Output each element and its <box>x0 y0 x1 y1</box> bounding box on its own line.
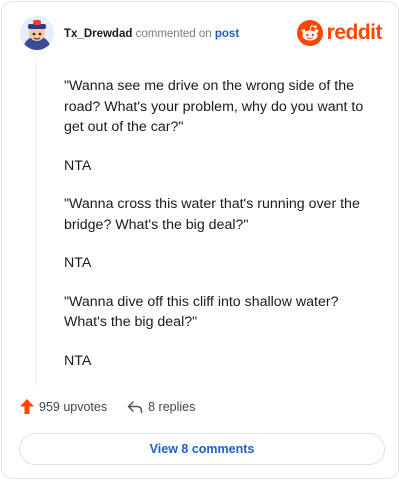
avatar[interactable] <box>20 16 54 50</box>
comment-card: Tx_Drewdad commented on post reddit "Wan… <box>1 1 399 479</box>
comment-paragraph: NTA <box>64 352 92 369</box>
post-link[interactable]: post <box>215 28 239 40</box>
replies-button[interactable]: 8 replies <box>127 400 195 414</box>
comment-meta: Tx_Drewdad commented on post <box>64 28 239 40</box>
view-comments-button[interactable]: View 8 comments <box>19 433 385 465</box>
username[interactable]: Tx_Drewdad <box>64 28 132 40</box>
reply-icon <box>127 400 143 413</box>
thread-line <box>36 58 37 386</box>
reddit-snoo-icon <box>296 20 323 46</box>
upvote-count: 959 upvotes <box>39 399 108 414</box>
comment-actions: 959 upvotes 8 replies <box>20 399 195 414</box>
avatar-image <box>20 16 54 50</box>
comment-paragraph: "Wanna see me drive on the wrong side of… <box>64 78 364 135</box>
comment-paragraph: NTA <box>64 255 92 271</box>
comment-paragraph: "Wanna dive off this cliff into shallow … <box>64 293 339 331</box>
replies-count: 8 replies <box>148 399 196 414</box>
comment-header: Tx_Drewdad commented on post reddit <box>20 16 383 56</box>
comment-paragraph: NTA <box>64 157 92 174</box>
reddit-logo[interactable]: reddit <box>296 20 383 46</box>
action-text: commented on <box>135 28 212 40</box>
comment-body: "Wanna see me drive on the wrong side of… <box>64 76 364 389</box>
upvote-button[interactable]: 959 upvotes <box>20 399 107 414</box>
comment-paragraph: "Wanna cross this water that's running o… <box>64 196 360 233</box>
upvote-arrow-icon <box>20 399 34 414</box>
reddit-wordmark: reddit <box>326 21 383 44</box>
